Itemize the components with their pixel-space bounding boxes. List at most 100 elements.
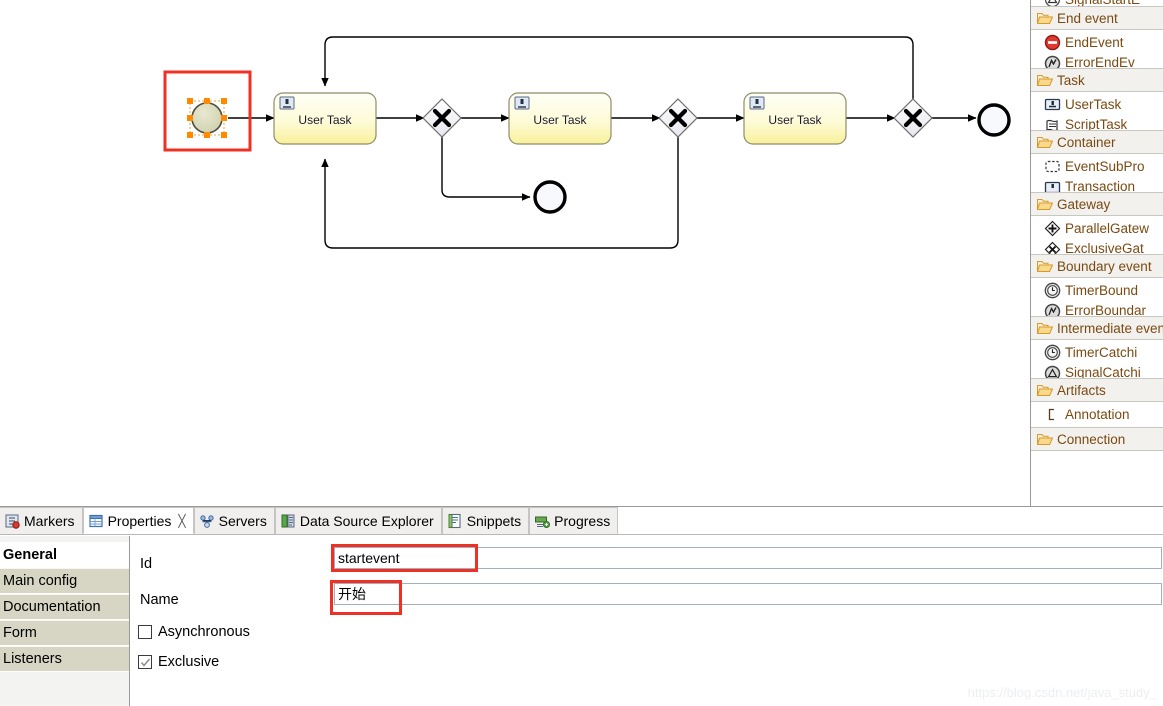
palette-group-intermediate-event[interactable]: Intermediate event bbox=[1031, 316, 1163, 340]
eclipse-bpmn-editor-window: User Task User Task User Task SignalStar… bbox=[0, 0, 1163, 706]
property-tab-documentation[interactable]: Documentation bbox=[0, 594, 129, 620]
node-exclusive-gateway-3 bbox=[893, 98, 933, 138]
property-tab-listeners[interactable]: Listeners bbox=[0, 646, 129, 672]
flow-gw3-loopback-to-task1-top bbox=[321, 36, 914, 99]
id-field-label: Id bbox=[140, 556, 153, 572]
properties-icon bbox=[88, 513, 104, 529]
palette-item-label: EventSubPro bbox=[1065, 159, 1145, 174]
palette-item-label: Annotation bbox=[1065, 407, 1130, 422]
bpmn-diagram-canvas[interactable]: User Task User Task User Task bbox=[0, 0, 1030, 506]
diagram-svg bbox=[163, 36, 1011, 249]
tab-label: Markers bbox=[24, 513, 75, 529]
exclusive-label: Exclusive bbox=[158, 654, 220, 670]
tab-snippets[interactable]: Snippets bbox=[441, 507, 530, 534]
snippets-icon bbox=[447, 513, 463, 529]
palette-item-signalcatchingevent[interactable]: SignalCatchi bbox=[1031, 365, 1163, 378]
flow-gw2-loopback-to-task1-bottom bbox=[321, 137, 679, 249]
close-icon[interactable]: ╳ bbox=[178, 514, 185, 528]
palette-group-label: Boundary event bbox=[1057, 258, 1152, 274]
palette-item-scripttask[interactable]: ScriptTask bbox=[1031, 117, 1163, 130]
data-source-explorer-icon bbox=[280, 513, 296, 529]
palette-item-timerboundaryevent[interactable]: TimerBound bbox=[1031, 278, 1163, 303]
palette-item-transaction[interactable]: Transaction bbox=[1031, 179, 1163, 192]
tab-label: Servers bbox=[218, 513, 267, 529]
palette-group-gateway[interactable]: Gateway bbox=[1031, 192, 1163, 216]
bottom-view-panel: Markers Properties ╳ Servers Data Source… bbox=[0, 506, 1163, 706]
palette-item-annotation[interactable]: Annotation bbox=[1031, 402, 1163, 427]
timer-boundary-event-icon bbox=[1044, 282, 1061, 299]
node-user-task-3 bbox=[743, 92, 847, 145]
palette-item-errorendevent[interactable]: ErrorEndEv bbox=[1031, 55, 1163, 68]
palette-item-timercatchingevent[interactable]: TimerCatchi bbox=[1031, 340, 1163, 365]
palette-group-end-event[interactable]: End event bbox=[1031, 6, 1163, 30]
node-end-event-2 bbox=[533, 180, 567, 214]
palette-item-label: EndEvent bbox=[1065, 35, 1124, 50]
tab-properties[interactable]: Properties ╳ bbox=[82, 507, 194, 534]
palette-item-label: SignalStartE bbox=[1065, 0, 1140, 6]
palette-item-parallelgateway[interactable]: ParallelGatew bbox=[1031, 216, 1163, 241]
watermark-text: https://blog.csdn.net/java_study_ bbox=[967, 685, 1157, 700]
folder-icon bbox=[1036, 197, 1054, 211]
exclusive-checkbox-row[interactable]: Exclusive bbox=[138, 654, 219, 670]
tab-data-source-explorer[interactable]: Data Source Explorer bbox=[274, 507, 442, 534]
property-tab-form[interactable]: Form bbox=[0, 620, 129, 646]
folder-icon bbox=[1036, 432, 1054, 446]
palette-item-label: ErrorEndEv bbox=[1065, 55, 1135, 68]
tab-markers[interactable]: Markers bbox=[0, 507, 83, 534]
property-tab-label: Listeners bbox=[3, 651, 62, 667]
asynchronous-checkbox-row[interactable]: Asynchronous bbox=[138, 624, 250, 640]
property-tab-main-config[interactable]: Main config bbox=[0, 568, 129, 594]
tab-label: Data Source Explorer bbox=[299, 513, 434, 529]
palette-item-errorboundaryevent[interactable]: ErrorBoundar bbox=[1031, 303, 1163, 316]
property-tab-general[interactable]: General bbox=[0, 542, 129, 568]
palette-item-eventsubprocess[interactable]: EventSubPro bbox=[1031, 154, 1163, 179]
event-subprocess-icon bbox=[1044, 158, 1061, 175]
palette-group-artifacts[interactable]: Artifacts bbox=[1031, 378, 1163, 402]
palette-group-label: Intermediate event bbox=[1057, 320, 1163, 336]
folder-icon bbox=[1036, 73, 1054, 87]
markers-icon bbox=[4, 513, 20, 529]
palette-group-container[interactable]: Container bbox=[1031, 130, 1163, 154]
id-field[interactable] bbox=[334, 547, 1162, 569]
general-properties-form: Id Name Asynchronous Exclusive bbox=[131, 536, 1163, 706]
palette-group-boundary-event[interactable]: Boundary event bbox=[1031, 254, 1163, 278]
parallel-gateway-icon bbox=[1044, 220, 1061, 237]
property-tab-label: Form bbox=[3, 625, 37, 641]
asynchronous-checkbox[interactable] bbox=[138, 625, 152, 639]
palette-group-task[interactable]: Task bbox=[1031, 68, 1163, 92]
tab-servers[interactable]: Servers bbox=[193, 507, 275, 534]
tab-label: Properties bbox=[107, 512, 172, 529]
folder-icon bbox=[1036, 11, 1054, 25]
check-icon bbox=[140, 658, 150, 667]
palette-group-label: Connection bbox=[1057, 431, 1126, 447]
bpmn-palette[interactable]: SignalStartE End event EndEvent ErrorEnd… bbox=[1030, 0, 1163, 506]
node-start-event bbox=[191, 102, 223, 134]
signal-start-event-icon bbox=[1044, 0, 1061, 6]
name-field[interactable] bbox=[334, 583, 1162, 605]
palette-group-label: Task bbox=[1057, 72, 1085, 88]
palette-group-label: End event bbox=[1057, 10, 1118, 26]
user-task-icon bbox=[1044, 96, 1061, 113]
property-tab-label: Documentation bbox=[3, 599, 101, 615]
palette-item-label: ParallelGatew bbox=[1065, 221, 1150, 236]
palette-group-connection[interactable]: Connection bbox=[1031, 427, 1163, 451]
timer-catching-event-icon bbox=[1044, 344, 1061, 361]
folder-icon bbox=[1036, 135, 1054, 149]
palette-item-usertask[interactable]: UserTask bbox=[1031, 92, 1163, 117]
signal-catching-event-icon bbox=[1044, 365, 1061, 378]
folder-icon bbox=[1036, 259, 1054, 273]
palette-item-endevent[interactable]: EndEvent bbox=[1031, 30, 1163, 55]
property-tab-label: Main config bbox=[3, 573, 78, 589]
node-user-task-1 bbox=[273, 92, 377, 145]
exclusive-gateway-icon bbox=[1044, 241, 1061, 254]
exclusive-checkbox[interactable] bbox=[138, 655, 152, 669]
transaction-icon bbox=[1044, 179, 1061, 192]
palette-item-label: ScriptTask bbox=[1065, 117, 1128, 130]
node-user-task-2 bbox=[508, 92, 612, 145]
annotation-icon bbox=[1044, 406, 1061, 423]
property-tab-tail bbox=[0, 672, 129, 706]
tab-progress[interactable]: Progress bbox=[529, 507, 619, 534]
servers-icon bbox=[199, 513, 215, 529]
palette-item-exclusivegateway[interactable]: ExclusiveGat bbox=[1031, 241, 1163, 254]
palette-group-label: Gateway bbox=[1057, 196, 1111, 212]
